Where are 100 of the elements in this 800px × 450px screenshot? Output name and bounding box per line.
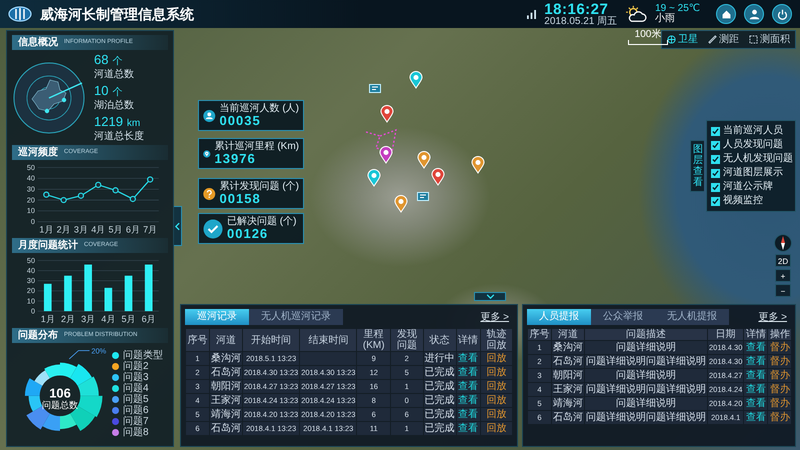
axis-tick-label: 0 [30, 217, 35, 226]
map-tool-button[interactable]: 测面积 [744, 31, 795, 48]
tab[interactable]: 无人机巡河记录 [249, 309, 343, 325]
view-link[interactable]: 查看 [458, 408, 478, 420]
user-button[interactable] [744, 4, 764, 24]
action-link[interactable]: 督办 [770, 370, 790, 380]
power-button[interactable] [772, 4, 792, 24]
tab[interactable]: 公众举报 [591, 309, 655, 325]
view-link[interactable]: 查看 [458, 366, 478, 378]
action-link[interactable]: 督办 [770, 384, 790, 394]
axis-category-label: 5月 [108, 224, 123, 235]
checkbox[interactable] [711, 196, 720, 206]
more-link[interactable]: 更多 > [758, 310, 787, 324]
axis-category-label: 2月 [60, 314, 75, 324]
action-link[interactable]: 督办 [770, 342, 790, 352]
map-tool-button[interactable]: 卫星 [662, 31, 703, 48]
checkmark-icon [203, 218, 223, 239]
section-title: 巡河频度 [18, 145, 58, 160]
checkbox[interactable] [711, 126, 720, 136]
column-header: 里程(KM) [357, 329, 390, 351]
table-cell: 石岛河 [552, 355, 584, 368]
map-pin-icon [367, 169, 381, 187]
logo-icon [8, 6, 32, 22]
map-zoom-button[interactable]: + [775, 269, 791, 282]
action-link[interactable]: 督办 [770, 398, 790, 408]
table-cell: 石岛河 [210, 366, 242, 379]
section-title: 问题分布 [18, 328, 58, 343]
data-point [60, 196, 67, 204]
column-header: 状态 [424, 329, 456, 351]
map-zoom-button[interactable]: 2D [775, 254, 791, 267]
table-cell: 问题详细说明 [585, 341, 707, 354]
checkbox[interactable] [711, 168, 720, 178]
tab[interactable]: 无人机提报 [655, 309, 729, 325]
layer-label: 当前巡河人员 [723, 124, 783, 138]
checkbox[interactable] [711, 140, 720, 150]
axis-category-label: 6月 [126, 224, 140, 235]
leader-line [68, 350, 90, 360]
checkbox[interactable] [711, 154, 720, 164]
legend-label: 问题6 [123, 405, 149, 416]
axis-category-label: 4月 [91, 224, 106, 235]
map-tool-button[interactable]: 测距 [703, 31, 744, 48]
axis-tick-label: 10 [26, 296, 35, 306]
table-cell: 王家河 [552, 383, 584, 396]
table-cell: 桑沟河 [210, 352, 242, 365]
data-point [112, 187, 119, 194]
data-point [130, 196, 136, 202]
view-link[interactable]: 查看 [458, 394, 478, 406]
axis-category-label: 5月 [122, 314, 136, 324]
action-link[interactable]: 督办 [770, 412, 790, 422]
axis-tick-label: 0 [30, 306, 35, 316]
signal-bars-icon [527, 10, 536, 18]
legend-label: 问题4 [123, 383, 149, 394]
layer-panel-tab[interactable]: 图层查看 [690, 140, 704, 192]
legend-label: 问题3 [123, 372, 149, 383]
map-zoom-button[interactable]: − [775, 284, 791, 297]
column-header: 序号 [528, 329, 551, 340]
view-link[interactable]: 查看 [458, 352, 478, 364]
axis-tick-label: 50 [26, 163, 35, 172]
view-link[interactable]: 查看 [746, 342, 766, 352]
axis-tick-label: 40 [26, 266, 35, 276]
stat-unit: km [126, 117, 140, 130]
view-link[interactable]: 查看 [458, 422, 478, 434]
table-cell: 朝阳河 [552, 369, 584, 382]
view-link[interactable]: 查看 [746, 370, 766, 380]
home-icon [720, 8, 732, 20]
view-link[interactable]: 查看 [746, 398, 766, 408]
more-link[interactable]: 更多 > [480, 310, 509, 324]
axis-tick-label: 10 [26, 206, 35, 216]
view-link[interactable]: 查看 [746, 384, 766, 394]
table-cell: 已完成 [424, 422, 456, 435]
data-point [147, 176, 154, 183]
axis-category-label: 7月 [143, 224, 158, 235]
home-button[interactable] [716, 4, 736, 24]
legend-label: 问题8 [123, 427, 149, 438]
view-link[interactable]: 查看 [458, 380, 478, 392]
axis-tick-label: 20 [26, 195, 35, 204]
view-link[interactable]: 查看 [746, 412, 766, 422]
stat-value: 00158 [220, 192, 262, 206]
chart-bar [124, 276, 132, 312]
chart-bar [64, 276, 72, 312]
stat-label: 当前巡河人数 (人) [220, 103, 299, 114]
clock-date: 2018.05.21 周五 [544, 16, 618, 26]
view-link[interactable]: 查看 [746, 356, 766, 366]
section-title: 月度问题统计 [18, 238, 78, 254]
data-point [78, 192, 84, 199]
axis-tick-label: 30 [26, 184, 35, 194]
column-header: 开始时间 [243, 329, 300, 351]
legend-label: 问题类型 [123, 350, 163, 361]
clock-time: 18:16:27 [544, 2, 608, 16]
sun-cloud-icon [625, 5, 648, 23]
layer-label: 人员发现问题 [723, 138, 783, 152]
legend-label: 问题2 [123, 361, 149, 372]
column-header: 轨迹回放 [480, 329, 512, 351]
axis-tick-label: 50 [26, 256, 35, 266]
checkbox[interactable] [711, 182, 720, 192]
collapse-handle[interactable] [474, 292, 506, 301]
table-cell: 靖海河 [210, 408, 242, 421]
table-cell: 问题详细说明 [585, 397, 707, 410]
action-link[interactable]: 督办 [770, 356, 790, 366]
stat-label: 累计巡河里程 (Km) [214, 141, 299, 152]
